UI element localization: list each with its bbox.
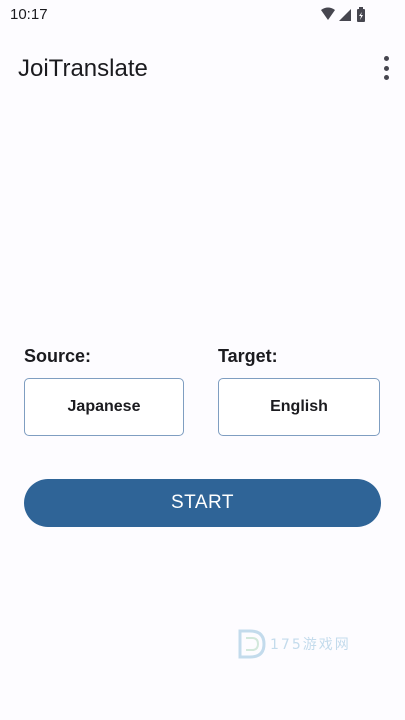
signal-icon bbox=[339, 9, 351, 21]
app-title: JoiTranslate bbox=[18, 55, 148, 82]
more-vert-icon[interactable] bbox=[381, 56, 391, 80]
source-label: Source: bbox=[24, 346, 92, 366]
battery-icon bbox=[357, 7, 365, 22]
watermark: 175游戏网 bbox=[236, 626, 351, 662]
watermark-logo-icon bbox=[238, 629, 266, 659]
status-time: 10:17 bbox=[10, 6, 48, 23]
watermark-text: 175游戏网 bbox=[270, 637, 351, 653]
wifi-icon bbox=[321, 7, 335, 20]
target-language-value: English bbox=[270, 398, 328, 415]
status-bar: 10:17 bbox=[0, 0, 405, 30]
source-language-selector[interactable]: Japanese bbox=[24, 378, 184, 436]
start-button[interactable]: START bbox=[24, 479, 381, 527]
source-language-value: Japanese bbox=[67, 398, 141, 415]
target-label: Target: bbox=[218, 346, 278, 366]
status-icons bbox=[319, 6, 375, 24]
target-language-selector[interactable]: English bbox=[218, 378, 380, 436]
app-bar: JoiTranslate bbox=[0, 40, 405, 98]
